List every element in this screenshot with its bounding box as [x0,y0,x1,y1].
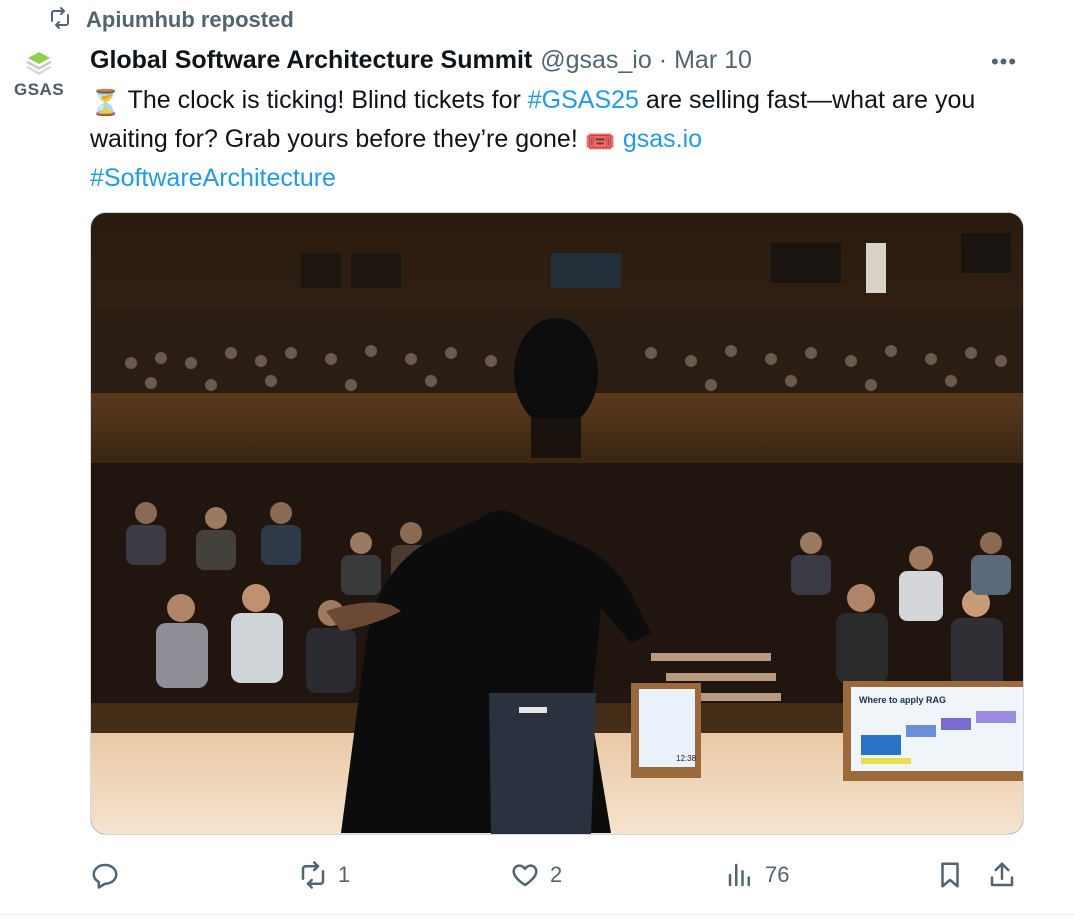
bookmark-button[interactable] [935,855,965,895]
gsas-logo-icon [26,52,52,75]
repost-count: 1 [338,862,351,887]
bookmark-icon [941,862,959,888]
hashtag-gsas25[interactable]: #GSAS25 [528,86,639,114]
monitor-right: Where to apply RAG [843,681,1023,781]
avatar[interactable]: GSAS [12,46,66,106]
heart-icon [512,864,538,887]
tweet-actions: 1 2 76 [90,855,1030,895]
author-handle[interactable]: @gsas_io [540,46,652,75]
tweet-text-part1: The clock is ticking! Blind tickets for [121,86,528,114]
views-icon [728,863,750,887]
author-name[interactable]: Global Software Architecture Summit [90,46,532,75]
views-count: 76 [765,862,790,887]
screen-clock: 12:38 [676,754,697,763]
repost-label: Apiumhub reposted [86,7,294,32]
share-icon [990,862,1014,887]
divider [0,914,1074,915]
avatar-label: GSAS [14,80,65,99]
ticket-icon: 🎟️ [584,128,616,156]
more-icon: ••• [990,49,1018,74]
more-options-button[interactable]: ••• [986,48,1022,76]
tweet-photo[interactable]: 12:38 Where to apply RAG [90,212,1024,835]
tweet-text: ⏳ The clock is ticking! Blind tickets fo… [90,82,1040,196]
monitor-left: 12:38 [631,683,701,778]
hashtag-software-architecture[interactable]: #SoftwareArchitecture [90,164,336,192]
tweet-header: Global Software Architecture Summit @gsa… [90,42,752,78]
repost-icon [48,6,72,35]
repost-button[interactable]: 1 [298,855,350,895]
conference-photo: 12:38 Where to apply RAG [91,213,1023,834]
reply-icon [92,863,118,889]
repost-action-icon [301,861,325,889]
gsas-link[interactable]: gsas.io [623,125,702,153]
like-button[interactable]: 2 [510,855,562,895]
views-button[interactable]: 76 [725,855,789,895]
like-count: 2 [550,862,563,887]
header-separator: · [658,45,668,74]
reply-button[interactable] [90,855,130,895]
hourglass-icon: ⏳ [90,89,122,117]
post-date[interactable]: Mar 10 [674,46,752,75]
slide-title: Where to apply RAG [859,695,946,705]
repost-indicator[interactable]: Apiumhub reposted [48,5,294,35]
share-button[interactable] [987,855,1017,895]
